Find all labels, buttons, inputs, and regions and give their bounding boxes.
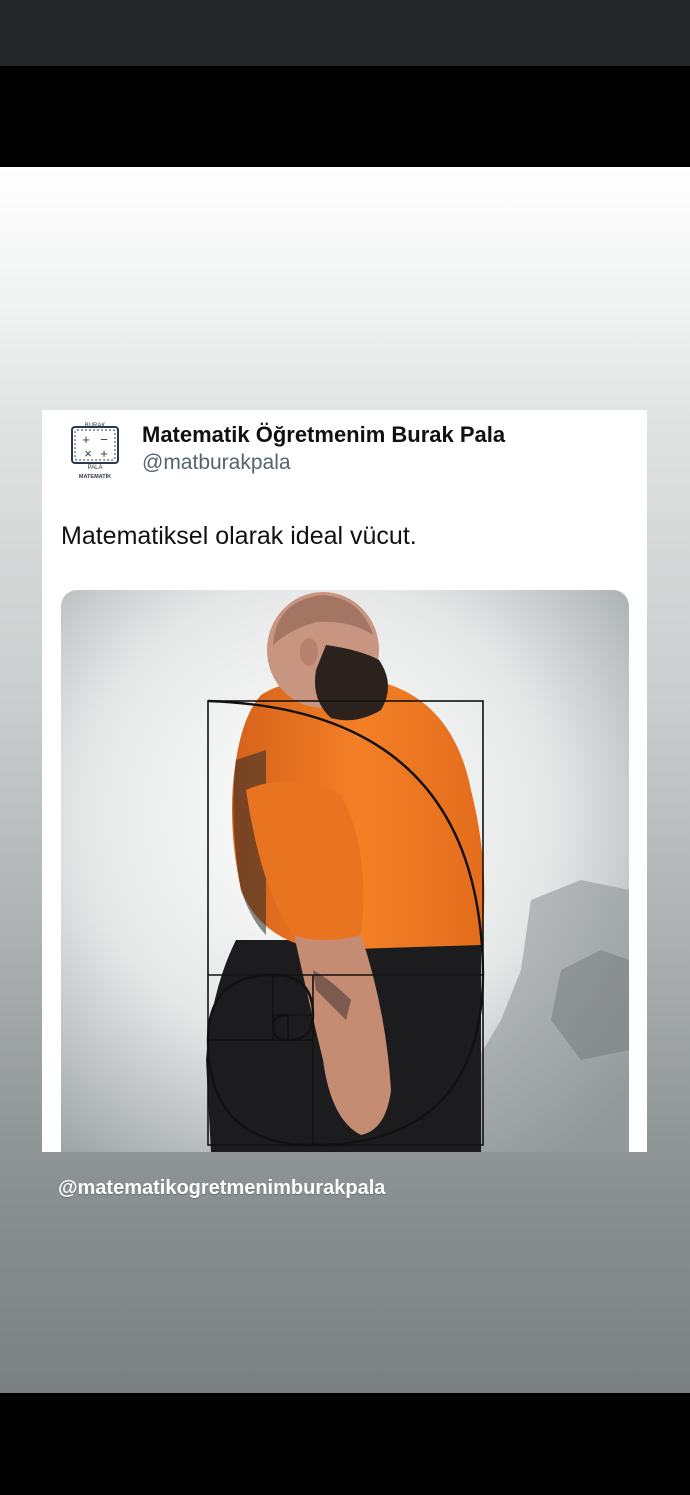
tweet-handle[interactable]: @matburakpala — [142, 451, 291, 475]
tweet-text: Matematiksel olarak ideal vücut. — [61, 522, 417, 550]
tweet-card[interactable]: BURAK + − × + PALA MATEMATİK Matematik Ö… — [42, 410, 647, 1152]
tweet-display-name[interactable]: Matematik Öğretmenim Burak Pala — [142, 422, 505, 448]
avatar-times-symbol: × — [84, 446, 92, 461]
golden-spiral-man-photo[interactable] — [61, 590, 629, 1152]
avatar-top-text: BURAK — [85, 423, 106, 429]
avatar-caption: MATEMATİK — [79, 473, 111, 480]
avatar-minus-symbol: − — [100, 432, 108, 447]
avatar-plus-symbol: + — [82, 432, 90, 447]
math-logo-icon[interactable]: BURAK + − × + PALA MATEMATİK — [64, 418, 126, 480]
avatar-bottom-text: PALA — [88, 465, 103, 471]
story-watermark: @matematikogretmenimburakpala — [58, 1177, 386, 1199]
status-bar — [0, 0, 690, 66]
story-top-band — [0, 66, 690, 167]
story-bottom-band — [0, 1393, 690, 1495]
avatar-plus-symbol-2: + — [100, 446, 108, 461]
